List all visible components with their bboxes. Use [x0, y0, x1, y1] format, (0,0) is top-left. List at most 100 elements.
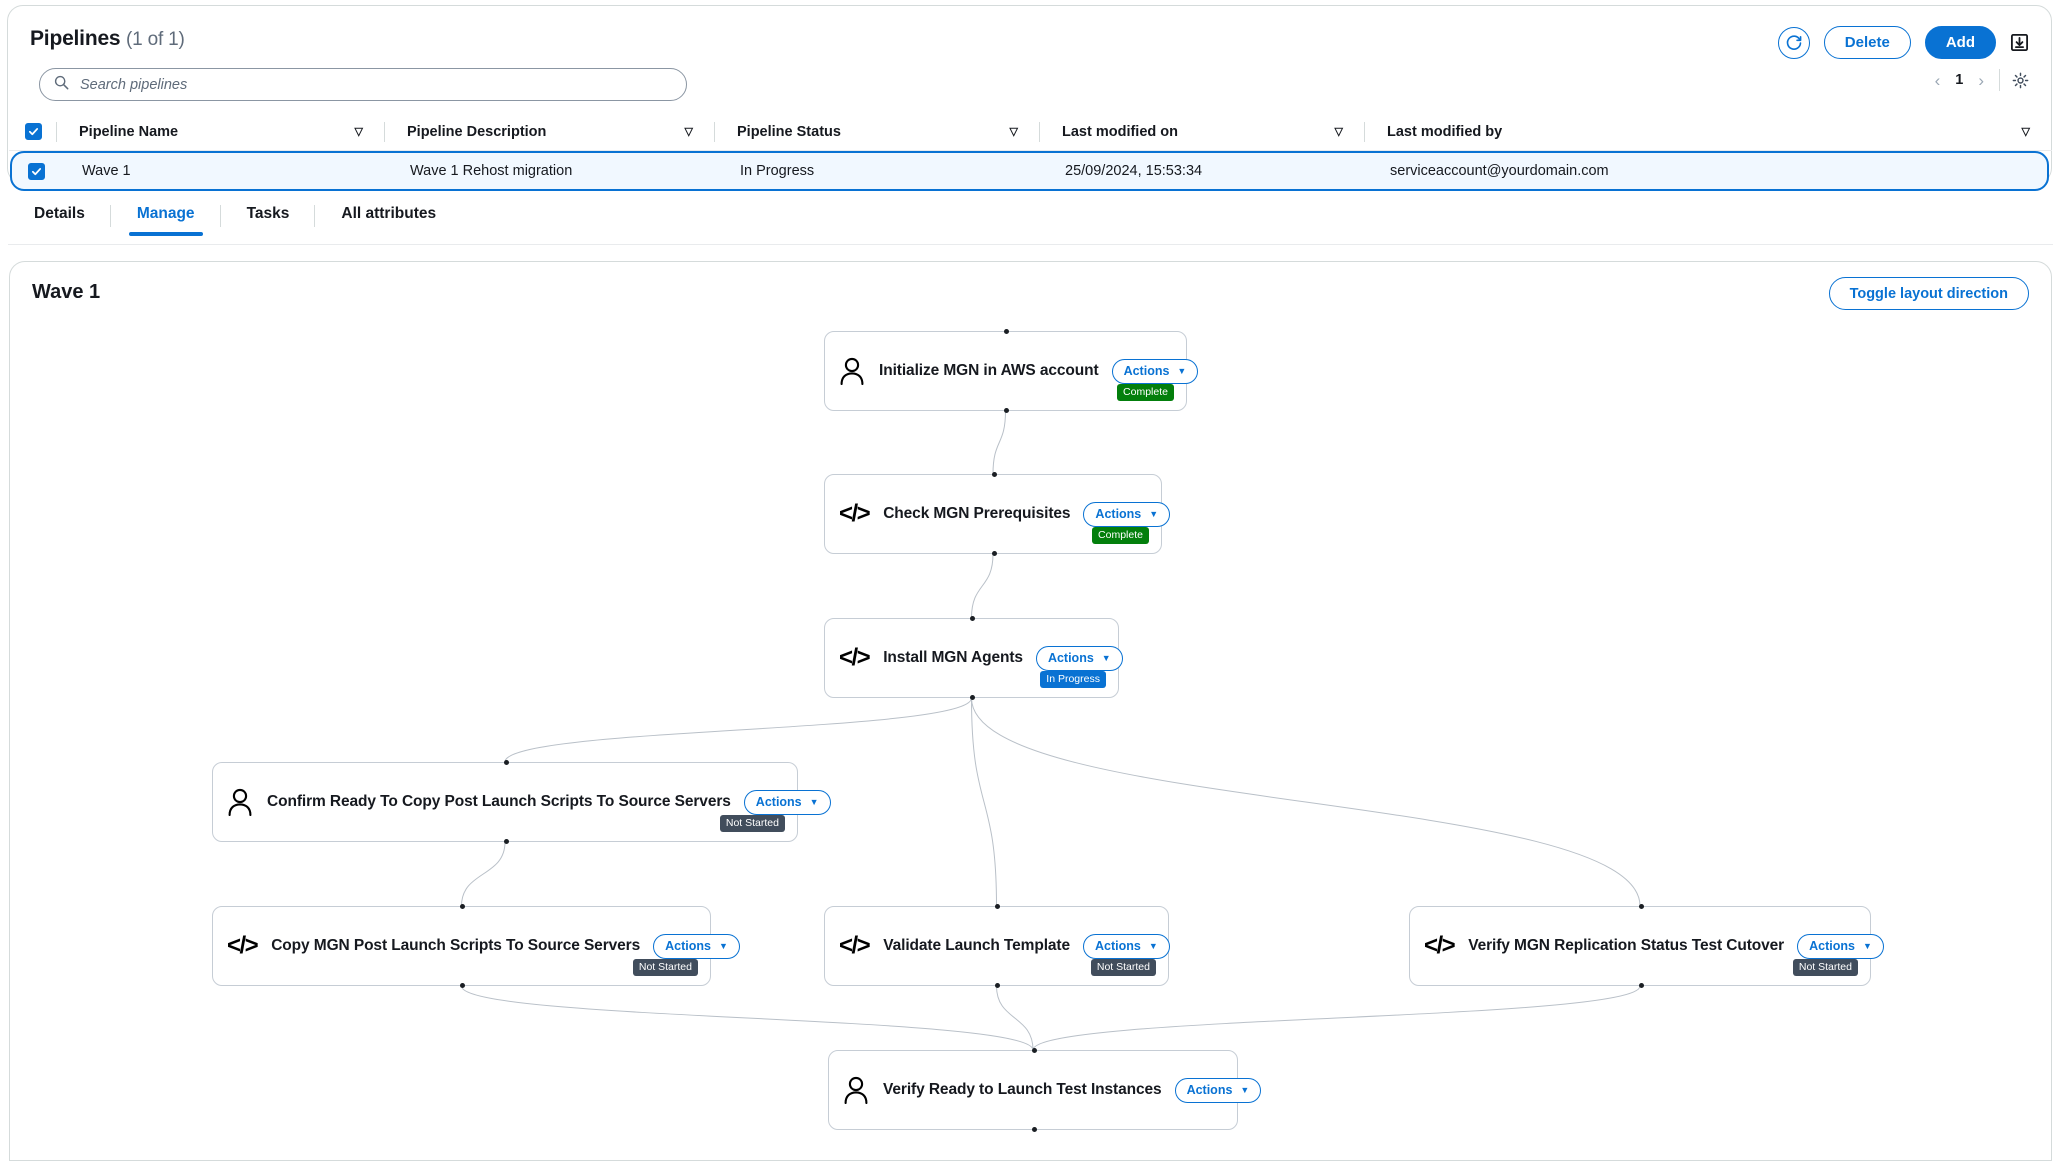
- node-actions-button[interactable]: Actions ▼: [743, 789, 831, 815]
- download-box-icon[interactable]: [2010, 33, 2029, 52]
- graph-node-n7[interactable]: </> Verify MGN Replication Status Test Cu…: [1409, 904, 1884, 988]
- tab-label: Manage: [136, 205, 195, 222]
- column-header-pipeline-status[interactable]: Pipeline Status ▽: [715, 113, 1040, 150]
- delete-button[interactable]: Delete: [1823, 26, 1911, 59]
- node-actions-button[interactable]: Actions ▼: [1083, 501, 1171, 527]
- graph-node-n2[interactable]: </> Check MGN Prerequisites Actions ▼ Comple…: [824, 472, 1171, 556]
- cell-pipeline-description: Wave 1 Rehost migration: [388, 153, 718, 189]
- code-icon: </>: [839, 500, 871, 527]
- current-page[interactable]: 1: [1955, 72, 1963, 88]
- column-label: Pipeline Status: [737, 123, 841, 140]
- cell-text: serviceaccount@yourdomain.com: [1390, 163, 1609, 179]
- pipelines-panel: Pipelines (1 of 1) Delete Add ‹ 1: [7, 5, 2052, 191]
- tab-bar-underline: [8, 244, 2053, 245]
- cell-text: Wave 1: [82, 163, 131, 179]
- tab-tasks[interactable]: Tasks: [221, 200, 316, 236]
- page-title-text: Pipelines: [30, 27, 121, 50]
- status-badge: Not Started: [1792, 958, 1858, 976]
- add-button[interactable]: Add: [1924, 26, 1996, 59]
- node-actions-label: Actions: [755, 795, 802, 809]
- tab-label: Tasks: [246, 205, 290, 222]
- node-title: Check MGN Prerequisites: [883, 505, 1071, 522]
- column-header-pipeline-description[interactable]: Pipeline Description ▽: [385, 113, 715, 150]
- code-icon: </>: [1424, 932, 1456, 959]
- node-output-port: [991, 551, 997, 556]
- node-output-port: [1031, 1127, 1037, 1132]
- cell-last-modified-by: serviceaccount@yourdomain.com: [1368, 153, 2047, 189]
- chevron-down-icon: ▼: [1862, 941, 1872, 951]
- sort-icon[interactable]: ▽: [2022, 125, 2030, 138]
- node-title: Copy MGN Post Launch Scripts To Source S…: [271, 937, 641, 954]
- row-select-cell: [12, 153, 60, 189]
- cell-last-modified-on: 25/09/2024, 15:53:34: [1043, 153, 1368, 189]
- node-actions-button[interactable]: Actions ▼: [1111, 358, 1199, 384]
- graph-node-n3[interactable]: </> Install MGN Agents Actions ▼ In Progress: [824, 616, 1123, 700]
- node-input-port: [1031, 1048, 1037, 1053]
- graph-node-n8[interactable]: Verify Ready to Launch Test Instances Act…: [828, 1048, 1262, 1132]
- tab-bar: Details Manage Tasks All attributes: [8, 200, 2053, 245]
- graph-canvas[interactable]: Initialize MGN in AWS account Actions ▼ Com…: [10, 262, 2051, 1160]
- node-actions-label: Actions: [1809, 939, 1855, 953]
- graph-node-n4[interactable]: Confirm Ready To Copy Post Launch Script…: [212, 760, 831, 844]
- tab-label: All attributes: [341, 205, 437, 222]
- refresh-icon[interactable]: [1777, 26, 1810, 59]
- node-input-port: [995, 904, 1000, 909]
- node-title: Confirm Ready To Copy Post Launch Script…: [267, 793, 731, 810]
- node-actions-button[interactable]: Actions ▼: [1035, 645, 1123, 671]
- node-actions-label: Actions: [1123, 364, 1170, 378]
- column-label: Last modified on: [1062, 123, 1178, 140]
- node-actions-button[interactable]: Actions ▼: [1174, 1077, 1262, 1103]
- tab-all-attributes[interactable]: All attributes: [315, 200, 462, 236]
- search-input[interactable]: [78, 75, 672, 94]
- sort-icon[interactable]: ▽: [1335, 125, 1343, 138]
- status-badge: In Progress: [1040, 670, 1106, 688]
- person-icon: [227, 788, 253, 816]
- row-checkbox[interactable]: [27, 162, 45, 180]
- select-all-checkbox[interactable]: [24, 123, 42, 140]
- prev-page-button[interactable]: ‹: [1932, 72, 1944, 89]
- node-input-port: [1638, 904, 1644, 909]
- tab-details[interactable]: Details: [8, 200, 111, 236]
- next-page-button[interactable]: ›: [1975, 72, 1987, 89]
- node-output-port: [503, 839, 509, 844]
- table-header-row: Pipeline Name ▽ Pipeline Description ▽ P…: [9, 113, 2052, 151]
- graph-node-n1[interactable]: Initialize MGN in AWS account Actions ▼ Com…: [824, 329, 1199, 413]
- sort-icon[interactable]: ▽: [355, 125, 363, 138]
- graph-node-n5[interactable]: </> Copy MGN Post Launch Scripts To Sourc…: [212, 904, 740, 988]
- node-actions-button[interactable]: Actions ▼: [1797, 933, 1884, 959]
- table-row[interactable]: Wave 1 Wave 1 Rehost migration In Progre…: [10, 151, 2049, 191]
- graph-node-n6[interactable]: </> Validate Launch Template Actions ▼ Not S…: [824, 904, 1170, 988]
- page-title: Pipelines (1 of 1): [30, 27, 185, 51]
- node-input-port: [1004, 329, 1009, 334]
- pipelines-table: Pipeline Name ▽ Pipeline Description ▽ P…: [9, 113, 2052, 191]
- sort-icon[interactable]: ▽: [685, 125, 693, 138]
- node-actions-button[interactable]: Actions ▼: [1083, 933, 1170, 959]
- cell-text: In Progress: [740, 163, 815, 179]
- column-header-last-modified-on[interactable]: Last modified on ▽: [1040, 113, 1365, 150]
- node-actions-label: Actions: [1047, 651, 1094, 665]
- chevron-down-icon: ▼: [1101, 653, 1111, 663]
- status-badge: Not Started: [1090, 958, 1156, 976]
- search-icon: [54, 75, 69, 95]
- cell-text: Wave 1 Rehost migration: [410, 163, 573, 179]
- search-box[interactable]: [39, 68, 687, 101]
- column-header-pipeline-name[interactable]: Pipeline Name ▽: [57, 113, 385, 150]
- select-all-cell: [9, 113, 57, 150]
- node-actions-label: Actions: [665, 939, 711, 953]
- column-label: Last modified by: [1387, 123, 1503, 140]
- status-badge: Not Started: [632, 958, 698, 976]
- cell-text: 25/09/2024, 15:53:34: [1065, 163, 1203, 179]
- tab-manage[interactable]: Manage: [111, 200, 221, 236]
- sort-icon[interactable]: ▽: [1010, 125, 1018, 138]
- node-input-port: [970, 616, 975, 621]
- gear-icon[interactable]: [2012, 72, 2029, 89]
- person-icon: [839, 357, 865, 385]
- code-icon: </>: [839, 644, 871, 671]
- chevron-down-icon: ▼: [1149, 509, 1159, 519]
- node-actions-button[interactable]: Actions ▼: [653, 933, 740, 959]
- node-input-port: [503, 760, 509, 765]
- chevron-down-icon: ▼: [1148, 941, 1158, 951]
- node-title: Initialize MGN in AWS account: [879, 362, 1099, 379]
- node-input-port: [991, 472, 997, 477]
- column-header-last-modified-by[interactable]: Last modified by ▽: [1365, 113, 2052, 150]
